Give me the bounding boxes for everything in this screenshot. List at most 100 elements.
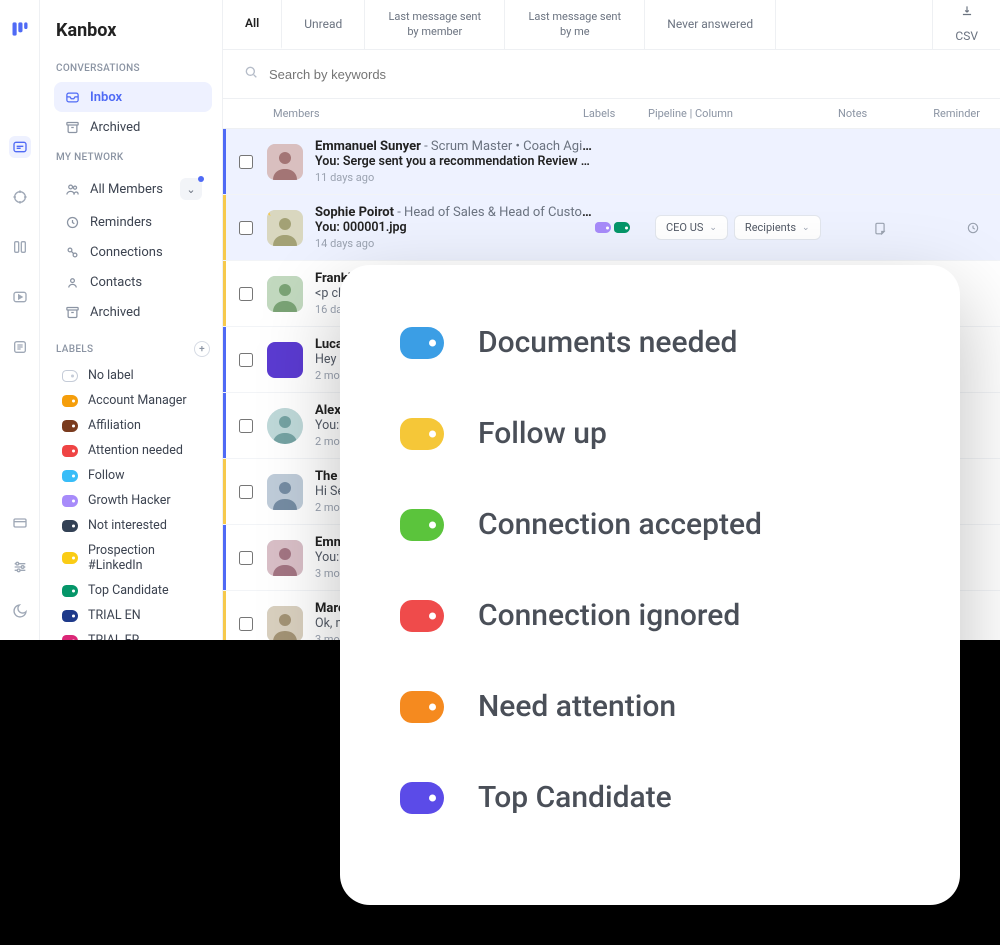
tab-never[interactable]: Never answered: [645, 0, 776, 49]
rail-card-icon[interactable]: [9, 512, 31, 534]
row-checkbox[interactable]: [239, 221, 253, 235]
avatar: ★: [267, 210, 303, 246]
nav-connections-label: Connections: [90, 245, 163, 260]
row-checkbox[interactable]: [239, 485, 253, 499]
column-headers: Members Labels Pipeline | Column Notes R…: [223, 99, 1000, 129]
conversation-row[interactable]: Emmanuel Sunyer - Scrum Master • Coach A…: [223, 129, 1000, 195]
csv-export-button[interactable]: CSV: [932, 0, 1000, 49]
overlay-label-text: Top Candidate: [478, 780, 672, 815]
label-name: TRIAL EN: [88, 608, 141, 623]
avatar: [267, 342, 303, 378]
rail-target-icon[interactable]: [9, 186, 31, 208]
download-icon: [960, 4, 974, 23]
nav-all-members[interactable]: All Members ⌄: [54, 171, 212, 207]
member-name: Sophie Poirot - Head of Sales & Head of …: [315, 205, 595, 220]
overlay-label-row[interactable]: Connection accepted: [400, 507, 900, 542]
nav-inbox-label: Inbox: [90, 90, 122, 105]
rail-play-icon[interactable]: [9, 286, 31, 308]
reminder-cell[interactable]: [915, 221, 980, 235]
overlay-label-text: Documents needed: [478, 325, 737, 360]
col-notes[interactable]: Notes: [838, 107, 908, 120]
col-members[interactable]: Members: [273, 107, 583, 120]
conversation-row[interactable]: ★ Sophie Poirot - Head of Sales & Head of…: [223, 195, 1000, 261]
nav-connections[interactable]: Connections: [54, 237, 212, 267]
inbox-icon: [64, 89, 80, 105]
label-name: Top Candidate: [88, 583, 169, 598]
tab-unread[interactable]: Unread: [282, 0, 365, 49]
row-checkbox[interactable]: [239, 617, 253, 631]
notes-cell[interactable]: [845, 221, 915, 235]
pipeline-chip[interactable]: CEO US⌄: [655, 215, 728, 240]
label-item[interactable]: No label: [54, 363, 212, 388]
label-name: No label: [88, 368, 134, 383]
label-item[interactable]: Growth Hacker: [54, 488, 212, 513]
rail-inbox-icon[interactable]: [9, 136, 31, 158]
label-item[interactable]: Affiliation: [54, 413, 212, 438]
tab-all[interactable]: All: [223, 0, 282, 49]
search-bar: [223, 50, 1000, 99]
label-name: Follow: [88, 468, 125, 483]
overlay-label-text: Follow up: [478, 416, 607, 451]
overlay-label-text: Need attention: [478, 689, 676, 724]
overlay-label-row[interactable]: Follow up: [400, 416, 900, 451]
tabs: All Unread Last message sent by member L…: [223, 0, 1000, 50]
col-labels[interactable]: Labels: [583, 107, 648, 120]
connections-icon: [64, 244, 80, 260]
label-item[interactable]: Not interested: [54, 513, 212, 538]
message-preview: You: 000001.jpg: [315, 220, 595, 235]
row-checkbox[interactable]: [239, 287, 253, 301]
nav-contacts[interactable]: Contacts: [54, 267, 212, 297]
column-chip[interactable]: Recipients⌄: [734, 215, 821, 240]
label-item[interactable]: Top Candidate: [54, 578, 212, 603]
col-pipeline[interactable]: Pipeline | Column: [648, 107, 838, 120]
search-input[interactable]: [269, 67, 980, 82]
members-expand-button[interactable]: ⌄: [180, 178, 202, 200]
nav-inbox[interactable]: Inbox: [54, 82, 212, 112]
tag-icon: [62, 552, 78, 564]
add-label-button[interactable]: +: [194, 341, 210, 357]
nav-all-members-label: All Members: [90, 182, 163, 197]
tab-last-member[interactable]: Last message sent by member: [365, 0, 505, 49]
contacts-icon: [64, 274, 80, 290]
logo-icon: [9, 18, 31, 40]
label-item[interactable]: Account Manager: [54, 388, 212, 413]
row-checkbox[interactable]: [239, 419, 253, 433]
overlay-label-row[interactable]: Connection ignored: [400, 598, 900, 633]
rail-list-icon[interactable]: [9, 336, 31, 358]
row-checkbox[interactable]: [239, 551, 253, 565]
big-tag-icon: [400, 327, 444, 359]
labels-overlay-card: Documents needed Follow up Connection acce…: [340, 265, 960, 905]
tab-last-me[interactable]: Last message sent by me: [505, 0, 645, 49]
nav-reminders[interactable]: Reminders: [54, 207, 212, 237]
avatar: [267, 540, 303, 576]
tag-icon: [62, 610, 78, 622]
label-item[interactable]: TRIAL FR: [54, 628, 212, 640]
overlay-label-row[interactable]: Top Candidate: [400, 780, 900, 815]
overlay-label-row[interactable]: Documents needed: [400, 325, 900, 360]
rail-settings-icon[interactable]: [9, 556, 31, 578]
tag-icon: [62, 370, 78, 382]
row-labels: [595, 222, 655, 233]
tag-icon: [62, 395, 78, 407]
label-item[interactable]: Follow: [54, 463, 212, 488]
big-tag-icon: [400, 600, 444, 632]
nav-archived[interactable]: Archived: [54, 112, 212, 142]
rail-board-icon[interactable]: [9, 236, 31, 258]
col-reminder[interactable]: Reminder: [908, 107, 980, 120]
label-item[interactable]: Prospection #LinkedIn: [54, 538, 212, 578]
label-name: Attention needed: [88, 443, 183, 458]
big-tag-icon: [400, 691, 444, 723]
nav-archived-label: Archived: [90, 120, 140, 135]
row-checkbox[interactable]: [239, 155, 253, 169]
label-name: Growth Hacker: [88, 493, 171, 508]
label-item[interactable]: Attention needed: [54, 438, 212, 463]
timestamp: 11 days ago: [315, 171, 595, 184]
nav-archived-2[interactable]: Archived: [54, 297, 212, 327]
rail-moon-icon[interactable]: [9, 600, 31, 622]
label-name: Account Manager: [88, 393, 187, 408]
label-item[interactable]: TRIAL EN: [54, 603, 212, 628]
overlay-label-row[interactable]: Need attention: [400, 689, 900, 724]
big-tag-icon: [400, 509, 444, 541]
row-checkbox[interactable]: [239, 353, 253, 367]
overlay-label-text: Connection accepted: [478, 507, 762, 542]
